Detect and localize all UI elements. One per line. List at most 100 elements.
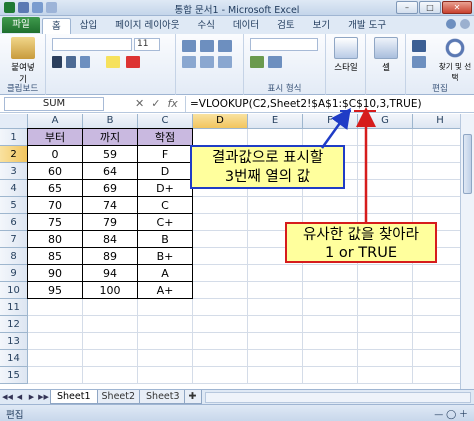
cell-e12[interactable] [248,316,303,333]
cell-d1[interactable] [193,129,248,146]
fill-color-icon[interactable] [106,56,120,68]
cell-a8[interactable]: 85 [28,248,83,265]
cell-g15[interactable] [358,367,413,384]
find-select-button[interactable]: 찾기 및 선택 [438,37,472,83]
cell-e13[interactable] [248,333,303,350]
cell-a11[interactable] [28,299,83,316]
paste-button[interactable]: 붙여넣기 [8,37,38,85]
cell-b13[interactable] [83,333,138,350]
cell-a7[interactable]: 80 [28,231,83,248]
cell-a5[interactable]: 70 [28,197,83,214]
bold-icon[interactable] [52,56,62,68]
cell-c1[interactable]: 학점 [138,129,193,146]
cell-a12[interactable] [28,316,83,333]
tab-view[interactable]: 보기 [304,18,339,34]
column-header-c[interactable]: C [138,114,193,129]
cell-e5[interactable] [248,197,303,214]
cell-e9[interactable] [248,265,303,282]
align-right-icon[interactable] [218,56,232,68]
cell-d14[interactable] [193,350,248,367]
cell-b4[interactable]: 69 [83,180,138,197]
cell-c4[interactable]: D+ [138,180,193,197]
cell-b6[interactable]: 79 [83,214,138,231]
column-header-d[interactable]: D [193,114,248,129]
row-header-12[interactable]: 12 [0,316,28,333]
cell-b14[interactable] [83,350,138,367]
cell-b8[interactable]: 89 [83,248,138,265]
cell-a4[interactable]: 65 [28,180,83,197]
cell-a14[interactable] [28,350,83,367]
cell-g1[interactable] [358,129,413,146]
cell-g3[interactable] [358,163,413,180]
column-header-g[interactable]: G [358,114,413,129]
cell-b11[interactable] [83,299,138,316]
cell-a10[interactable]: 95 [28,282,83,299]
minimize-button[interactable]: – [396,1,418,14]
italic-icon[interactable] [66,56,76,68]
cell-e10[interactable] [248,282,303,299]
cell-a6[interactable]: 75 [28,214,83,231]
vertical-scroll-thumb[interactable] [463,134,472,194]
fill-icon[interactable] [412,56,426,68]
cell-b5[interactable]: 74 [83,197,138,214]
name-box[interactable]: SUM [4,97,104,111]
cell-f9[interactable] [303,265,358,282]
cell-b1[interactable]: 까지 [83,129,138,146]
cell-f15[interactable] [303,367,358,384]
cell-e11[interactable] [248,299,303,316]
cell-d15[interactable] [193,367,248,384]
tab-insert[interactable]: 삽입 [71,18,106,34]
first-sheet-icon[interactable]: ◀◀ [2,392,13,403]
enter-icon[interactable]: ✓ [151,97,160,111]
tab-page-layout[interactable]: 페이지 레이아웃 [106,18,188,34]
align-left-icon[interactable] [182,56,196,68]
cell-c13[interactable] [138,333,193,350]
cell-g2[interactable] [358,146,413,163]
align-center-icon[interactable] [200,56,214,68]
cell-b12[interactable] [83,316,138,333]
formula-input[interactable]: =VLOOKUP(C2,Sheet2!$A$1:$C$10,3,TRUE) [185,96,471,112]
number-format-box[interactable] [250,38,318,51]
cell-g11[interactable] [358,299,413,316]
cell-f5[interactable] [303,197,358,214]
last-sheet-icon[interactable]: ▶▶ [38,392,49,403]
cell-g14[interactable] [358,350,413,367]
row-header-13[interactable]: 13 [0,333,28,350]
row-header-10[interactable]: 10 [0,282,28,299]
ribbon-minimize-icon[interactable] [460,19,470,29]
row-header-2[interactable]: 2 [0,146,28,163]
cell-b15[interactable] [83,367,138,384]
column-header-b[interactable]: B [83,114,138,129]
cell-e1[interactable] [248,129,303,146]
styles-button[interactable]: 스타일 [331,37,361,73]
tab-data[interactable]: 데이터 [224,18,268,34]
row-header-14[interactable]: 14 [0,350,28,367]
cell-d5[interactable] [193,197,248,214]
cell-c11[interactable] [138,299,193,316]
cell-e15[interactable] [248,367,303,384]
align-middle-icon[interactable] [200,40,214,52]
cell-d12[interactable] [193,316,248,333]
cell-b7[interactable]: 84 [83,231,138,248]
cell-f10[interactable] [303,282,358,299]
tab-developer[interactable]: 개발 도구 [339,18,395,34]
cancel-icon[interactable]: ✕ [135,97,144,111]
cell-a2[interactable]: 0 [28,146,83,163]
close-button[interactable]: ✕ [442,1,472,14]
vertical-scrollbar[interactable] [460,114,474,389]
row-header-5[interactable]: 5 [0,197,28,214]
row-header-8[interactable]: 8 [0,248,28,265]
tab-home[interactable]: 홈 [42,18,71,34]
cell-a1[interactable]: 부터 [28,129,83,146]
prev-sheet-icon[interactable]: ◀ [14,392,25,403]
new-sheet-icon[interactable]: ✚ [183,390,202,404]
cell-g13[interactable] [358,333,413,350]
font-color-icon[interactable] [126,56,140,68]
sheet-tab-sheet2[interactable]: Sheet2 [94,390,143,404]
row-header-9[interactable]: 9 [0,265,28,282]
tab-formulas[interactable]: 수식 [188,18,223,34]
cell-f13[interactable] [303,333,358,350]
column-header-e[interactable]: E [248,114,303,129]
cell-c12[interactable] [138,316,193,333]
underline-icon[interactable] [80,56,90,68]
